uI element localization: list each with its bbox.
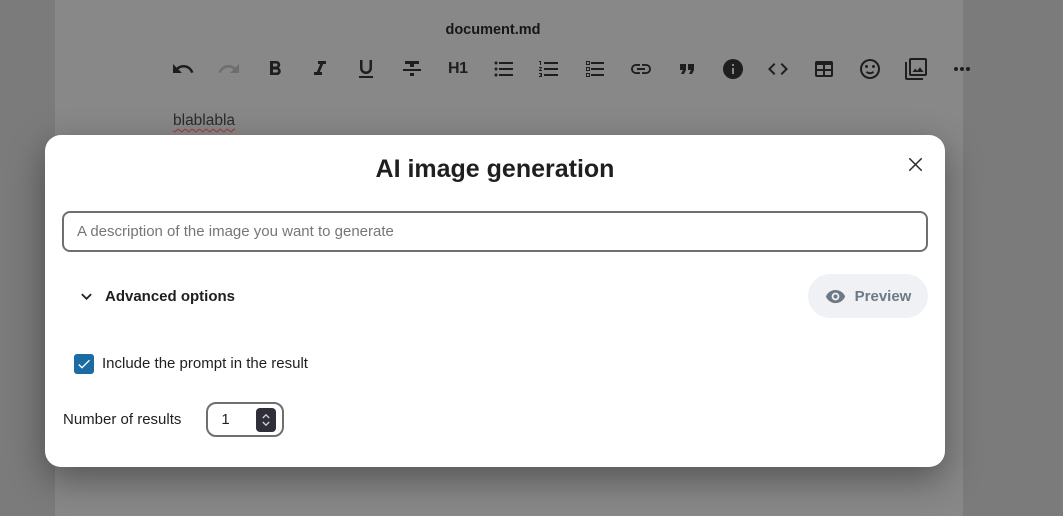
ai-image-generation-dialog: AI image generation Advanced options Pre…: [45, 135, 945, 467]
eye-icon: [825, 286, 846, 307]
more-actions-icon[interactable]: [949, 56, 975, 82]
number-of-results-row: Number of results 1: [63, 402, 284, 437]
task-list-icon[interactable]: [582, 56, 608, 82]
include-prompt-row[interactable]: Include the prompt in the result: [74, 353, 308, 374]
include-prompt-label: Include the prompt in the result: [102, 355, 308, 372]
chevron-down-icon: [76, 286, 97, 307]
insert-image-icon[interactable]: [903, 56, 929, 82]
bold-icon[interactable]: [262, 56, 288, 82]
check-icon: [76, 356, 92, 372]
stepper-arrows-icon: [258, 410, 274, 430]
number-of-results-input[interactable]: 1: [206, 402, 284, 437]
close-icon[interactable]: [899, 148, 931, 180]
number-of-results-label: Number of results: [63, 411, 181, 428]
blockquote-icon[interactable]: [674, 56, 700, 82]
link-icon[interactable]: [628, 56, 654, 82]
image-description-input[interactable]: [62, 211, 928, 252]
ordered-list-icon[interactable]: [536, 56, 562, 82]
emoji-picker-icon[interactable]: [857, 56, 883, 82]
advanced-options-toggle[interactable]: Advanced options: [76, 286, 235, 307]
redo-icon[interactable]: [216, 56, 242, 82]
code-block-icon[interactable]: [765, 56, 791, 82]
undo-icon[interactable]: [170, 56, 196, 82]
strikethrough-icon[interactable]: [399, 56, 425, 82]
advanced-options-label: Advanced options: [105, 288, 235, 305]
number-of-results-value: 1: [208, 411, 229, 428]
number-stepper[interactable]: [256, 408, 276, 432]
dialog-title: AI image generation: [45, 155, 945, 184]
preview-button[interactable]: Preview: [808, 274, 928, 318]
table-icon[interactable]: [811, 56, 837, 82]
document-text: blablabla: [173, 112, 235, 130]
unordered-list-icon[interactable]: [491, 56, 517, 82]
underline-icon[interactable]: [353, 56, 379, 82]
info-icon[interactable]: [720, 56, 746, 82]
heading-1-label: H1: [448, 60, 467, 78]
italic-icon[interactable]: [307, 56, 333, 82]
editor-toolbar: H1: [170, 56, 975, 82]
advanced-options-row: Advanced options Preview: [62, 274, 928, 318]
preview-button-label: Preview: [855, 288, 912, 305]
include-prompt-checkbox[interactable]: [74, 354, 94, 374]
heading-1-icon[interactable]: H1: [445, 56, 471, 82]
document-title: document.md: [0, 22, 986, 38]
